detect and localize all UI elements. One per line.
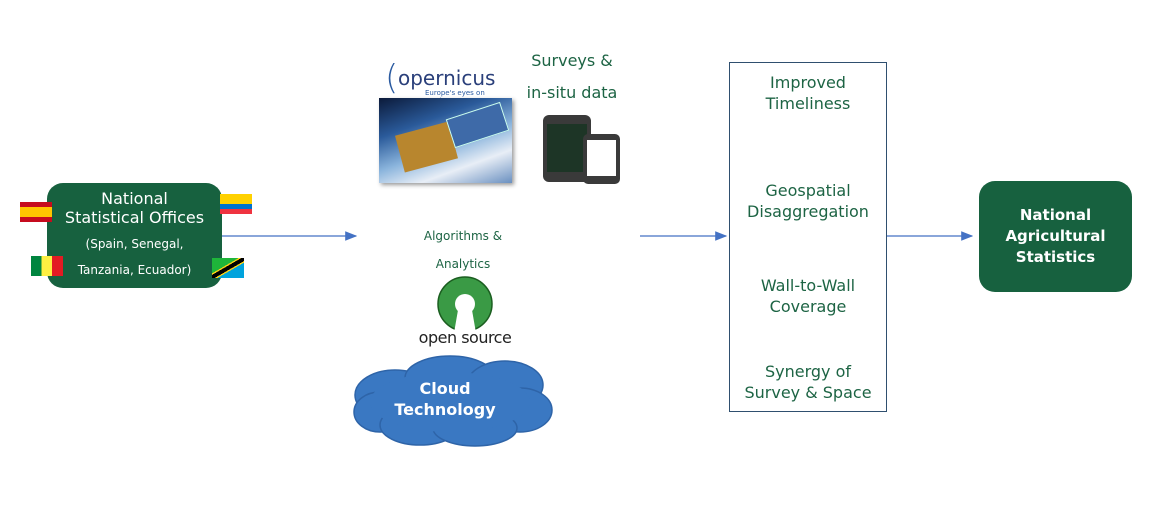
algorithms-label: Algorithms & Analytics [423,229,503,271]
copernicus-logo: ( opernicus Europe's eyes on Earth [385,58,496,105]
ecuador-flag-icon [220,194,252,214]
senegal-flag-icon [31,256,63,276]
source-title-1: National [101,189,168,208]
source-title-2: Statistical Offices [64,208,205,227]
spain-flag-icon [20,202,52,222]
benefit-timeliness: Improved Timeliness [765,73,851,113]
benefit-disaggregation: Geospatial Disaggregation [747,181,869,221]
sentinel-satellite-image [379,98,512,183]
benefit-synergy: Synergy of Survey & Space [744,362,872,402]
open-source-logo-icon [437,276,493,333]
source-countries-2: Tanzania, Ecuador) [77,263,192,277]
open-source-text: open source [418,328,512,347]
surveys-label: Surveys & in-situ data [526,51,618,102]
national-statistical-offices-box: National Statistical Offices (Spain, Sen… [47,183,222,288]
national-agricultural-statistics-box: National Agricultural Statistics [979,181,1132,292]
source-countries-1: (Spain, Senegal, [85,237,184,251]
cloud-technology-label: Cloud Technology [394,379,496,419]
benefits-box [729,62,887,412]
tanzania-flag-icon [212,258,244,278]
benefit-coverage: Wall-to-Wall Coverage [760,276,856,316]
phone-device-icon [583,134,620,184]
